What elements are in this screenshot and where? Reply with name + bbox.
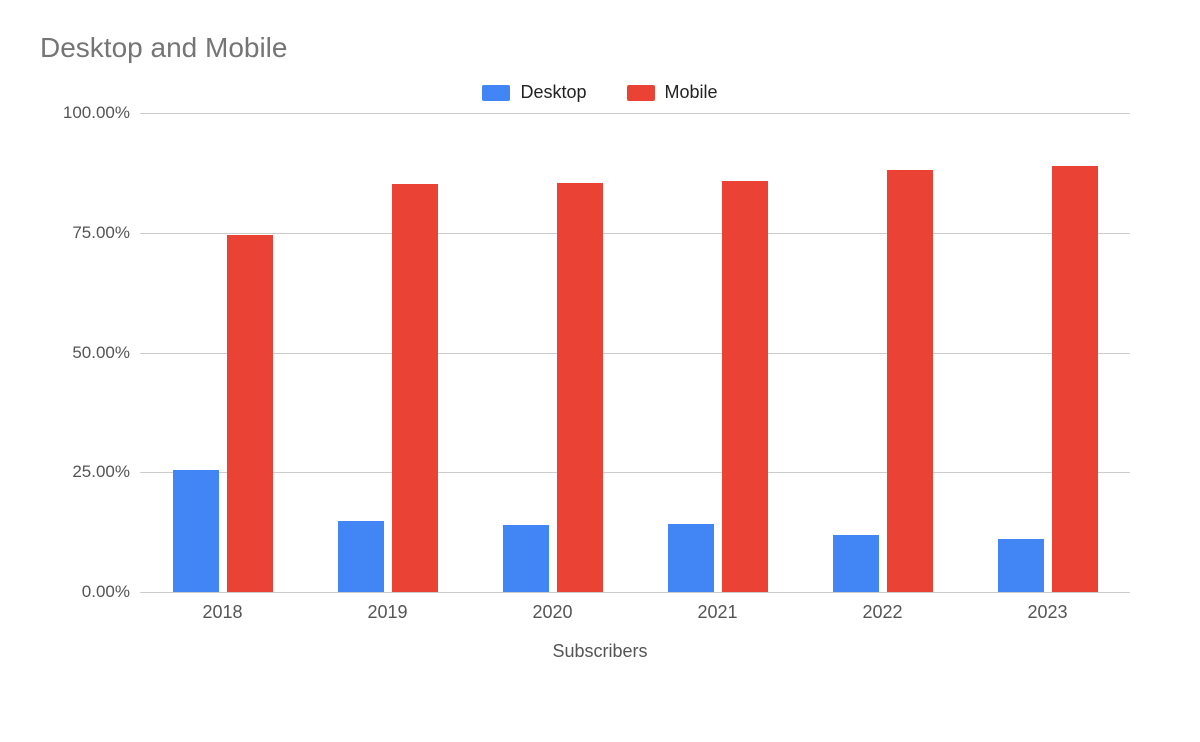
x-tick-label: 2021 bbox=[635, 592, 800, 623]
bar-group: 2023 bbox=[965, 113, 1130, 592]
bar-desktop[interactable] bbox=[668, 524, 714, 592]
legend: Desktop Mobile bbox=[40, 82, 1160, 103]
legend-swatch-desktop bbox=[482, 85, 510, 101]
y-tick-label: 50.00% bbox=[40, 343, 130, 363]
bar-mobile[interactable] bbox=[1052, 166, 1098, 592]
bar-desktop[interactable] bbox=[338, 521, 384, 592]
x-tick-label: 2019 bbox=[305, 592, 470, 623]
chart-container: Desktop and Mobile Desktop Mobile 0.00%2… bbox=[0, 0, 1200, 742]
y-tick-label: 0.00% bbox=[40, 582, 130, 602]
bar-desktop[interactable] bbox=[833, 535, 879, 592]
x-tick-label: 2018 bbox=[140, 592, 305, 623]
bar-mobile[interactable] bbox=[887, 170, 933, 592]
legend-label-desktop: Desktop bbox=[520, 82, 586, 103]
legend-swatch-mobile bbox=[627, 85, 655, 101]
bar-group: 2018 bbox=[140, 113, 305, 592]
legend-item-desktop[interactable]: Desktop bbox=[482, 82, 586, 103]
bar-group: 2019 bbox=[305, 113, 470, 592]
y-tick-label: 75.00% bbox=[40, 223, 130, 243]
bar-mobile[interactable] bbox=[227, 235, 273, 592]
x-tick-label: 2023 bbox=[965, 592, 1130, 623]
bar-desktop[interactable] bbox=[173, 470, 219, 592]
bar-mobile[interactable] bbox=[392, 184, 438, 592]
x-tick-label: 2022 bbox=[800, 592, 965, 623]
plot-area: 0.00%25.00%50.00%75.00%100.00%2018201920… bbox=[140, 113, 1130, 593]
plot-grid: 0.00%25.00%50.00%75.00%100.00%2018201920… bbox=[140, 113, 1130, 593]
bar-group: 2022 bbox=[800, 113, 965, 592]
legend-item-mobile[interactable]: Mobile bbox=[627, 82, 718, 103]
y-tick-label: 25.00% bbox=[40, 462, 130, 482]
x-tick-label: 2020 bbox=[470, 592, 635, 623]
bars-layer: 201820192020202120222023 bbox=[140, 113, 1130, 592]
bar-group: 2021 bbox=[635, 113, 800, 592]
x-axis-label: Subscribers bbox=[40, 641, 1160, 662]
bar-desktop[interactable] bbox=[998, 539, 1044, 592]
y-tick-label: 100.00% bbox=[40, 103, 130, 123]
bar-mobile[interactable] bbox=[557, 183, 603, 592]
chart-title: Desktop and Mobile bbox=[40, 32, 1160, 64]
bar-group: 2020 bbox=[470, 113, 635, 592]
bar-mobile[interactable] bbox=[722, 181, 768, 592]
bar-desktop[interactable] bbox=[503, 525, 549, 592]
legend-label-mobile: Mobile bbox=[665, 82, 718, 103]
